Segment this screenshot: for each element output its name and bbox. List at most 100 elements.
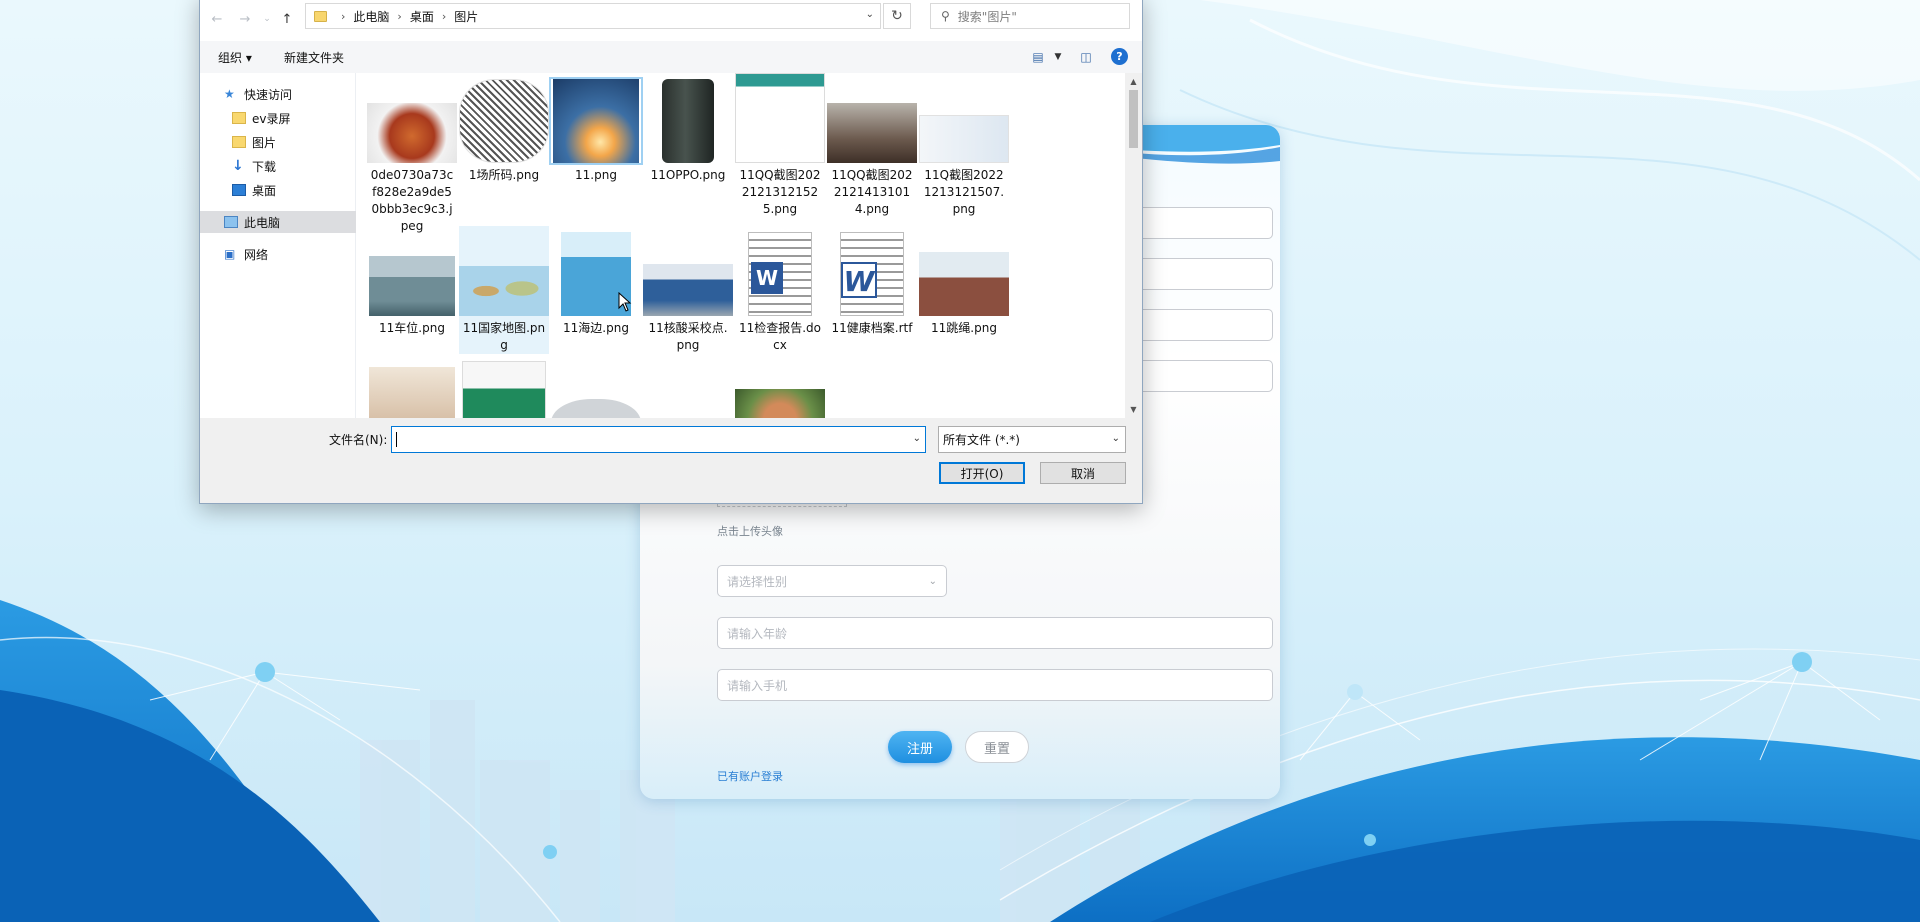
file-name: 11核酸采校点.png	[648, 321, 728, 352]
file-name: 11OPPO.png	[650, 168, 726, 182]
network-icon: ▣	[224, 247, 236, 261]
file-item[interactable]: 11Q截图20221213121507.png	[919, 73, 1009, 218]
file-name: 11检查报告.docx	[738, 321, 822, 352]
nav-item-label: 此电脑	[244, 215, 281, 230]
file-item[interactable]: 0de0730a73cf828e2a9de50bbb3ec9c3.jpeg	[367, 73, 457, 235]
up-arrow-icon[interactable]: ↑	[278, 10, 296, 28]
file-name: 11.png	[575, 168, 617, 182]
star-icon: ★	[224, 87, 235, 101]
file-item[interactable]: 11跳绳.png	[919, 226, 1009, 337]
register-button[interactable]: 注册	[888, 731, 952, 763]
file-type-value: 所有文件 (*.*)	[943, 433, 1020, 447]
nav-item-desktop[interactable]: 桌面	[200, 179, 356, 201]
file-item[interactable]: 11QQ截图20221213121525.png	[735, 73, 825, 218]
new-folder-button[interactable]: 新建文件夹	[284, 49, 344, 66]
history-chevron-icon[interactable]: ⌄	[258, 10, 276, 28]
open-button[interactable]: 打开(O)	[939, 462, 1025, 484]
address-bar[interactable]: › 此电脑 › 桌面 › 图片 ⌄	[305, 3, 881, 29]
nav-item-label: ev录屏	[252, 111, 291, 126]
phone-thumbnail	[662, 79, 714, 163]
scrollbar-thumb[interactable]	[1129, 90, 1138, 148]
file-type-select[interactable]: 所有文件 (*.*) ⌄	[938, 426, 1126, 453]
nav-item-this-pc[interactable]: 此电脑	[200, 211, 356, 233]
preview-pane-icon[interactable]: ◫	[1076, 48, 1096, 66]
image-thumbnail	[462, 361, 546, 418]
file-item[interactable]	[735, 361, 825, 418]
file-item[interactable]: 11车位.png	[367, 226, 457, 337]
breadcrumb-item[interactable]: 此电脑	[353, 8, 389, 25]
image-thumbnail	[551, 399, 641, 418]
organize-menu[interactable]: 组织 ▾	[218, 49, 252, 66]
chevron-down-icon: ⌄	[1111, 433, 1120, 444]
file-item[interactable]: W 11检查报告.docx	[735, 226, 825, 354]
file-item[interactable]: 11OPPO.png	[643, 73, 733, 184]
scroll-up-icon[interactable]: ▲	[1125, 73, 1142, 90]
nav-item-network[interactable]: ▣ 网络	[200, 243, 356, 265]
nav-item-pictures[interactable]: 图片	[200, 131, 356, 153]
desktop-icon	[232, 184, 246, 196]
file-name: 11海边.png	[563, 321, 629, 335]
reset-button[interactable]: 重置	[965, 731, 1029, 763]
wordpad-logo-icon: W	[841, 262, 877, 298]
help-icon[interactable]: ?	[1111, 48, 1128, 65]
file-open-dialog: ← → ⌄ ↑ › 此电脑 › 桌面 › 图片 ⌄ ↻ ⚲ 搜索"图片" 组织 …	[199, 0, 1143, 504]
image-thumbnail	[369, 256, 455, 316]
breadcrumb-separator-icon[interactable]: ›	[442, 10, 446, 23]
folder-icon	[232, 112, 246, 124]
image-thumbnail	[919, 115, 1009, 163]
folder-icon	[232, 136, 246, 148]
file-item[interactable]: 11核酸采校点.png	[643, 226, 733, 354]
chevron-down-icon[interactable]: ⌄	[866, 9, 874, 20]
image-thumbnail	[919, 252, 1009, 316]
search-placeholder: 搜索"图片"	[957, 9, 1017, 24]
text-caret	[396, 432, 397, 447]
login-link[interactable]: 已有账户登录	[717, 768, 783, 784]
chevron-down-icon[interactable]: ▼	[1048, 48, 1068, 66]
file-item[interactable]: W 11健康档案.rtf	[827, 226, 917, 337]
dialog-toolbar: 组织 ▾ 新建文件夹 ▤ ▼ ◫ ?	[200, 41, 1142, 73]
filename-input[interactable]: ⌄	[391, 426, 926, 453]
refresh-button[interactable]: ↻	[883, 3, 911, 29]
image-thumbnail	[369, 367, 455, 418]
image-thumbnail	[643, 264, 733, 316]
download-icon: ↓	[232, 158, 244, 174]
file-name: 11车位.png	[379, 321, 445, 335]
file-name: 1场所码.png	[468, 168, 540, 182]
breadcrumb-item[interactable]: 图片	[454, 8, 478, 25]
nav-item-ev-recording[interactable]: ev录屏	[200, 107, 356, 129]
cancel-button[interactable]: 取消	[1040, 462, 1126, 484]
file-item[interactable]	[459, 361, 549, 418]
dialog-footer: 文件名(N): ⌄ 所有文件 (*.*) ⌄ 打开(O) 取消	[200, 418, 1142, 503]
search-icon: ⚲	[941, 9, 950, 23]
file-item[interactable]	[367, 361, 457, 418]
file-list-scrollbar[interactable]: ▲ ▼	[1125, 73, 1142, 418]
view-options-icon[interactable]: ▤	[1028, 48, 1048, 66]
refresh-icon: ↻	[891, 8, 903, 24]
age-input[interactable]: 请输入年龄	[717, 617, 1273, 649]
file-item[interactable]: 11国家地图.png	[459, 226, 549, 354]
back-arrow-icon[interactable]: ←	[208, 10, 226, 28]
chevron-down-icon: ⌄	[928, 575, 937, 587]
avatar-upload-hint[interactable]: 点击上传头像	[717, 523, 783, 539]
breadcrumb-separator-icon: ›	[341, 9, 346, 23]
gender-select[interactable]: 请选择性别 ⌄	[717, 565, 947, 597]
address-row: ← → ⌄ ↑ › 此电脑 › 桌面 › 图片 ⌄ ↻ ⚲ 搜索"图片"	[200, 1, 1142, 35]
file-name: 11跳绳.png	[931, 321, 997, 335]
forward-arrow-icon[interactable]: →	[236, 10, 254, 28]
file-item[interactable]: 1场所码.png	[459, 73, 549, 184]
file-item[interactable]	[551, 361, 641, 418]
scroll-down-icon[interactable]: ▼	[1125, 401, 1142, 418]
file-item[interactable]: 11海边.png	[551, 226, 641, 337]
nav-item-downloads[interactable]: ↓ 下载	[200, 155, 356, 177]
nav-item-quick-access[interactable]: ★ 快速访问	[200, 83, 356, 105]
image-thumbnail	[367, 103, 457, 163]
file-item[interactable]: 11.png	[549, 73, 643, 184]
search-input[interactable]: ⚲ 搜索"图片"	[930, 3, 1130, 29]
breadcrumb-separator-icon[interactable]: ›	[397, 10, 401, 23]
file-item[interactable]: 11QQ截图20221214131014.png	[827, 73, 917, 218]
file-name: 0de0730a73cf828e2a9de50bbb3ec9c3.jpeg	[370, 168, 454, 233]
image-thumbnail	[553, 79, 639, 163]
phone-input[interactable]: 请输入手机	[717, 669, 1273, 701]
chevron-down-icon[interactable]: ⌄	[913, 433, 921, 444]
breadcrumb-item[interactable]: 桌面	[410, 8, 434, 25]
